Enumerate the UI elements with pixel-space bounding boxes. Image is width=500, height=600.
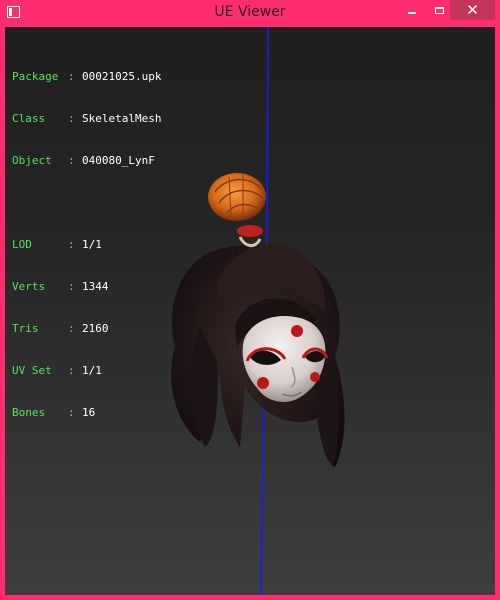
mesh-info-overlay: Package:00021025.upk Class: SkeletalMesh … <box>12 42 161 448</box>
info-row-lod: LOD:1/1 <box>12 238 102 251</box>
maximize-button[interactable] <box>425 0 453 20</box>
info-row-tris: Tris:2160 <box>12 322 109 335</box>
info-row-uvset: UV Set:1/1 <box>12 364 102 377</box>
info-row-object: Object:040080_LynF <box>12 154 155 167</box>
close-button[interactable]: ✕ <box>450 0 495 20</box>
ue-viewer-window: UE Viewer ✕ Package: 00021025.upk Class… <box>0 0 500 600</box>
info-row-bones: Bones:16 <box>12 406 96 419</box>
title-bar[interactable]: UE Viewer ✕ <box>0 0 500 27</box>
info-row-package: Package:00021025.upk <box>12 70 162 83</box>
close-icon: ✕ <box>466 1 479 19</box>
info-row-class: Class: SkeletalMesh <box>12 112 162 125</box>
minimize-button[interactable] <box>398 0 426 20</box>
minimize-icon <box>408 12 416 14</box>
3d-viewport[interactable]: Package:00021025.upk Class: SkeletalMesh … <box>5 27 495 595</box>
info-row-verts: Verts:1344 <box>12 280 109 293</box>
maximize-icon <box>434 6 444 14</box>
